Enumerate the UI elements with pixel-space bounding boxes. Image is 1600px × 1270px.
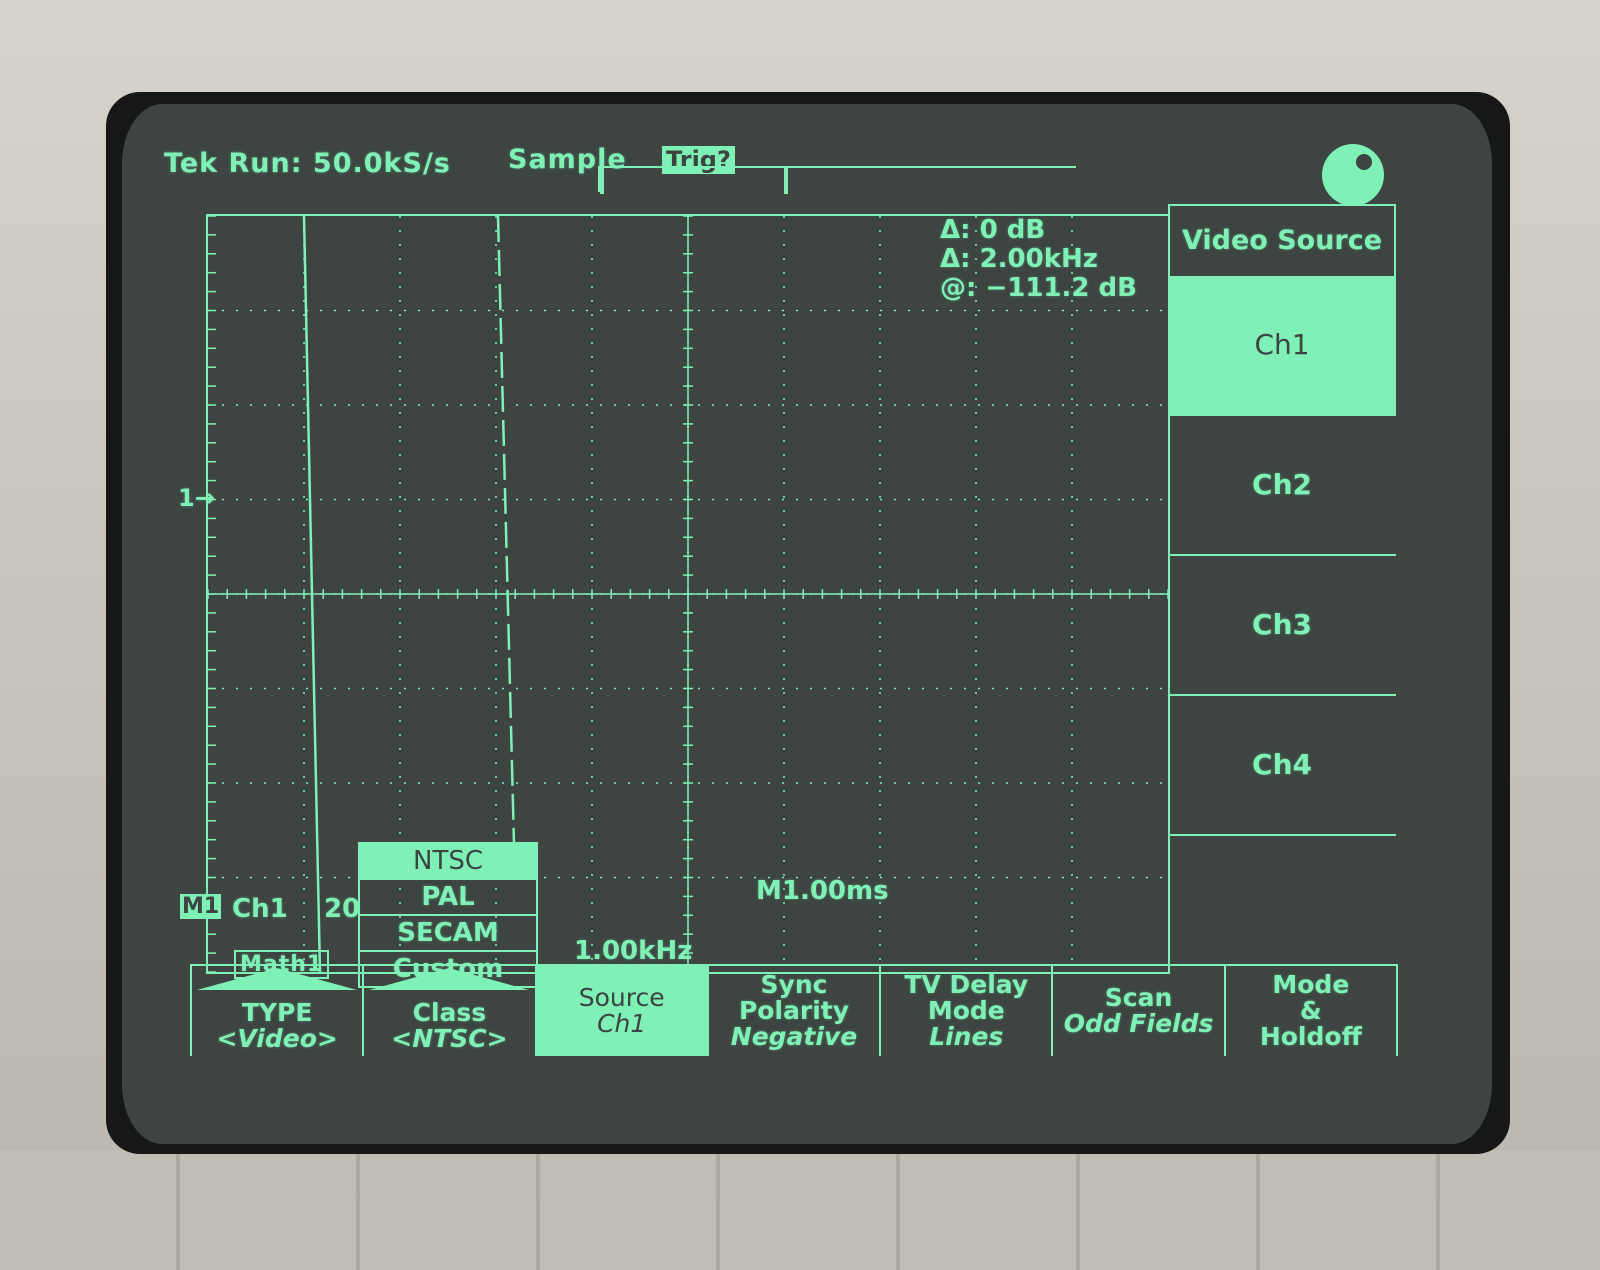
bottom-button-class[interactable]: Class <NTSC> xyxy=(362,964,535,1056)
bottom-button-value: Ch1 xyxy=(597,1009,647,1038)
popup-option-ntsc[interactable]: NTSC xyxy=(360,844,536,880)
graticule xyxy=(206,214,1170,974)
bezel-slats xyxy=(0,1150,1600,1270)
crt-screen: Tek Run: 50.0kS/s Sample Trig? Δ: 0 dB Δ… xyxy=(122,104,1492,1144)
bottom-button-mode-holdoff[interactable]: Mode & Holdoff xyxy=(1223,964,1398,1056)
menu-pointer-icon xyxy=(197,968,358,990)
bottom-button-label: Mode xyxy=(1272,970,1350,999)
bottom-button-value: <NTSC> xyxy=(391,1024,508,1053)
menu-pointer-icon xyxy=(369,968,530,990)
bottom-button-source[interactable]: Source Ch1 xyxy=(534,964,707,1056)
side-menu: Video Source Ch1 Ch2 Ch3 Ch4 xyxy=(1168,204,1396,974)
bottom-button-type[interactable]: TYPE <Video> xyxy=(190,964,363,1056)
bottom-button-label: Source xyxy=(578,983,665,1012)
delta-freq-readout: Δ: 2.00kHz xyxy=(940,244,1098,274)
knob-icon xyxy=(1322,144,1384,206)
popup-option-pal[interactable]: PAL xyxy=(360,880,536,916)
graticule-svg xyxy=(208,216,1168,972)
timebase-readout: M1.00ms xyxy=(756,876,889,906)
bottom-button-value: Odd Fields xyxy=(1063,1009,1214,1038)
cursor-line xyxy=(496,216,516,845)
bottom-button-label: Class xyxy=(412,998,487,1027)
bottom-button-value: Lines xyxy=(929,1022,1004,1051)
bottom-button-label: & xyxy=(1299,996,1322,1025)
side-item-ch4[interactable]: Ch4 xyxy=(1168,696,1396,836)
bottom-button-scan[interactable]: Scan Odd Fields xyxy=(1051,964,1224,1056)
side-menu-title: Video Source xyxy=(1168,204,1396,276)
bottom-menu: TYPE <Video> Class <NTSC> Source Ch1 Syn… xyxy=(190,964,1398,1056)
bottom-button-sync-polarity[interactable]: Sync Polarity Negative xyxy=(706,964,880,1056)
bottom-button-label: TYPE xyxy=(241,998,313,1027)
run-status: Tek Run: 50.0kS/s xyxy=(164,148,451,179)
bottom-button-label: Scan xyxy=(1104,983,1173,1012)
bottom-button-label: TV Delay xyxy=(904,970,1029,999)
record-bracket-right xyxy=(784,168,788,194)
measurement-readout: Δ: 0 dB Δ: 2.00kHz @: −111.2 dB xyxy=(940,216,1137,303)
bottom-button-label: Holdoff xyxy=(1259,1022,1362,1051)
side-item-ch1[interactable]: Ch1 xyxy=(1168,276,1396,416)
channel-label: Ch1 xyxy=(232,894,288,924)
bottom-button-label: Sync xyxy=(760,970,828,999)
bottom-button-label: Polarity xyxy=(738,996,850,1025)
scale-readout: 20 xyxy=(324,894,361,924)
popup-option-secam[interactable]: SECAM xyxy=(360,916,536,952)
delta-db-readout: Δ: 0 dB xyxy=(940,215,1046,245)
record-length-bar xyxy=(598,166,1076,192)
level-readout: @: −111.2 dB xyxy=(940,273,1137,303)
bottom-button-tv-delay-mode[interactable]: TV Delay Mode Lines xyxy=(879,964,1052,1056)
bottom-button-label: Mode xyxy=(927,996,1005,1025)
frequency-readout: 1.00kHz xyxy=(574,936,693,966)
math-marker-badge: M1 xyxy=(180,894,222,919)
bottom-button-value: <Video> xyxy=(216,1024,338,1053)
bottom-button-value: Negative xyxy=(730,1022,858,1051)
channel-marker: 1→ xyxy=(178,484,215,512)
side-item-ch2[interactable]: Ch2 xyxy=(1168,416,1396,556)
side-item-ch3[interactable]: Ch3 xyxy=(1168,556,1396,696)
record-bracket-left xyxy=(600,168,604,194)
